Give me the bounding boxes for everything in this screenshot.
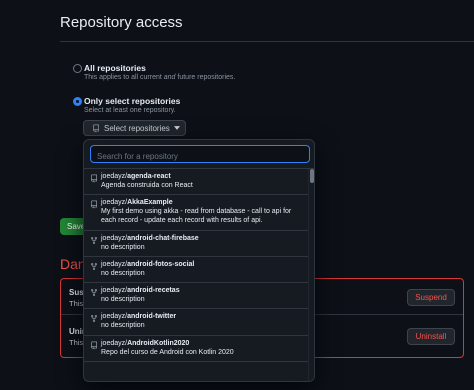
repository-title: AkkaExample [127,199,173,207]
repo-icon [90,200,97,209]
all-repositories-description: This applies to all current and future r… [84,74,236,81]
repository-select-popover: joedayz/agenda-react Agenda construida co… [83,139,315,382]
repository-owner: joedayz/ [101,234,128,242]
select-repositories-label: Select repositories [104,123,170,133]
select-repositories-button[interactable]: Select repositories [83,120,186,136]
repository-description: no description [101,269,145,277]
repository-item[interactable]: joedayz/android-chat-firebase no descript… [84,231,308,257]
uninstall-description: This [69,338,84,347]
repository-title: agenda-react [127,173,171,180]
repo-forked-icon [91,236,97,244]
repository-owner: joedayz/ [101,287,128,295]
repo-icon [90,174,97,183]
repository-list-scrollbar[interactable] [308,169,314,381]
repository-name: joedayz/android-chat-firebase [101,235,308,242]
section-title: Repository access [60,14,183,31]
suspend-description: This [69,299,84,308]
repository-name: joedayz/AkkaExample [101,199,308,206]
repository-name: joedayz/android-fotos-social [101,261,308,268]
repository-title: AndroidKotlin2020 [127,339,190,347]
repository-owner: joedayz/ [101,313,128,321]
section-divider [60,41,474,42]
uninstall-button[interactable]: Uninstall [407,328,455,345]
repository-description: Agenda construida con React [101,182,193,189]
repository-title: android-twitter [127,313,177,321]
repository-item[interactable]: joedayz/AndroidKotlin2020 Repo del curso … [84,336,308,362]
repository-owner: joedayz/ [101,260,128,268]
repository-name: joedayz/android-twitter [101,313,308,320]
repository-item[interactable]: joedayz/android-recetas no description [84,283,308,310]
repository-name: joedayz/android-recetas [101,287,308,294]
repository-description: no description [101,322,145,330]
repository-owner: joedayz/ [101,173,128,180]
repo-forked-icon [91,289,97,297]
repository-item[interactable]: joedayz/agenda-react Agenda construida co… [84,169,308,196]
repo-icon [90,341,97,350]
repository-description: no description [101,243,145,251]
repository-title: android-chat-firebase [127,234,199,242]
suspend-button[interactable]: Suspend [407,289,455,306]
repository-list: joedayz/agenda-react Agenda construida co… [84,169,308,381]
repository-description: Repo del curso de Android con Kotlin 202… [101,348,234,356]
only-select-repositories-radio[interactable] [73,97,82,106]
only-select-repositories-label[interactable]: Only select repositories [84,96,180,106]
all-repositories-label[interactable]: All repositories [84,63,146,73]
only-select-repositories-description: Select at least one repository. [84,107,176,114]
repository-description: My first demo using akka - read from dat… [101,208,292,225]
repo-forked-icon [91,262,97,270]
repository-search-input[interactable] [91,148,309,165]
repository-title: android-recetas [127,287,180,295]
repository-item[interactable]: joedayz/AkkaExample My first demo using a… [84,195,308,231]
repository-description: no description [101,296,145,304]
repo-icon [92,124,99,132]
all-repositories-radio[interactable] [73,64,82,73]
repository-search-field[interactable] [90,145,310,165]
triangle-down-icon [173,126,180,130]
repository-owner: joedayz/ [101,199,128,207]
repo-forked-icon [91,315,97,323]
repository-item[interactable]: joedayz/android-twitter no description [84,309,308,336]
scrollbar-thumb[interactable] [310,169,314,183]
repository-item[interactable]: joedayz/android-fotos-social no descripti… [84,257,308,284]
repository-name: joedayz/AndroidKotlin2020 [101,340,308,347]
repository-name: joedayz/agenda-react [101,173,308,180]
repository-title: android-fotos-social [127,260,195,268]
repository-owner: joedayz/ [101,339,128,347]
